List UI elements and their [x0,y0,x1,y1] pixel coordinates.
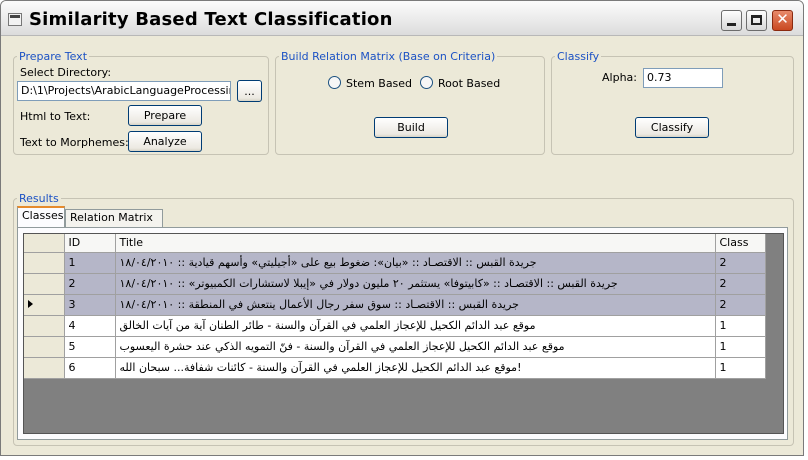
build-matrix-group: Build Relation Matrix (Base on Criteria) [275,50,545,155]
cell-id[interactable]: 3 [64,294,116,316]
table-row[interactable]: 4 موقع عبد الدائم الكحيل للإعجاز العلمي ف… [24,315,766,337]
build-matrix-legend: Build Relation Matrix (Base on Criteria) [281,50,496,63]
cell-class[interactable]: 2 [715,252,766,274]
table-row[interactable]: 5 موقع عبد الدائم الكحيل للإعجاز العلمي ف… [24,336,766,358]
prepare-text-legend: Prepare Text [19,50,88,63]
results-table: ID Title Class 1 جريدة القبس :: الاقتصـاد… [24,234,766,379]
close-icon: ✕ [776,10,789,28]
current-row-arrow-icon [28,300,33,308]
analyze-button[interactable]: Analyze [128,131,202,152]
alpha-input[interactable]: 0.73 [643,68,723,88]
maximize-icon [751,15,762,25]
column-header-class[interactable]: Class [715,234,766,253]
row-header-cell[interactable] [24,336,65,358]
root-based-radio[interactable] [420,76,433,89]
cell-id[interactable]: 2 [64,273,116,295]
cell-title[interactable]: موقع عبد الدائم الكحيل للإعجاز العلمي في… [115,315,716,337]
cell-class[interactable]: 1 [715,336,766,358]
table-row[interactable]: 6 !موقع عبد الدائم الكحيل للإعجاز العلمي … [24,357,766,379]
stem-based-radio[interactable] [328,76,341,89]
table-row[interactable]: 3 جريدة القبس :: الاقتصـاد :: سوق سفر رجا… [24,294,766,316]
cell-title[interactable]: جريدة القبس :: الاقتصـاد :: سوق سفر رجال… [115,294,716,316]
select-directory-label: Select Directory: [20,66,112,79]
classify-button[interactable]: Classify [635,117,709,138]
table-row[interactable]: 2 جريدة القبس :: الاقتصـاد :: «كابيتوفا» … [24,273,766,295]
cell-id[interactable]: 5 [64,336,116,358]
classify-group: Classify [551,50,794,155]
cell-title[interactable]: جريدة القبس :: الاقتصـاد :: «بيان»: ضغوط… [115,252,716,274]
title-bar[interactable]: Similarity Based Text Classification ✕ [1,1,803,36]
cell-title[interactable]: موقع عبد الدائم الكحيل للإعجاز العلمي في… [115,336,716,358]
maximize-button[interactable] [746,10,767,31]
root-based-label[interactable]: Root Based [438,77,500,90]
build-button[interactable]: Build [374,117,448,138]
stem-based-label[interactable]: Stem Based [346,77,412,90]
minimize-icon [727,23,736,26]
column-header-id[interactable]: ID [64,234,116,253]
close-button[interactable]: ✕ [772,10,793,31]
tab-relation-matrix[interactable]: Relation Matrix [65,209,163,227]
minimize-button[interactable] [721,10,742,31]
cell-class[interactable]: 1 [715,315,766,337]
table-row[interactable]: 1 جريدة القبس :: الاقتصـاد :: «بيان»: ضغو… [24,252,766,274]
column-header-title[interactable]: Title [115,234,716,253]
grid-header-row: ID Title Class [24,234,766,253]
classify-legend: Classify [557,50,600,63]
directory-path-field[interactable]: D:\1\Projects\ArabicLanguageProcessing\A… [17,81,231,101]
prepare-button[interactable]: Prepare [128,105,202,126]
row-header-cell[interactable] [24,315,65,337]
results-legend: Results [19,192,59,205]
alpha-label: Alpha: [602,71,637,84]
cell-class[interactable]: 2 [715,273,766,295]
cell-title[interactable]: جريدة القبس :: الاقتصـاد :: «كابيتوفا» ي… [115,273,716,295]
html-to-text-label: Html to Text: [20,110,91,123]
cell-id[interactable]: 6 [64,357,116,379]
cell-id[interactable]: 1 [64,252,116,274]
cell-class[interactable]: 2 [715,294,766,316]
grid-corner-cell[interactable] [24,234,65,253]
tab-classes[interactable]: Classes [17,206,65,227]
text-to-morphemes-label: Text to Morphemes: [20,136,129,149]
main-window: Similarity Based Text Classification ✕ P… [0,0,804,456]
row-header-cell[interactable] [24,294,65,316]
row-header-cell[interactable] [24,252,65,274]
cell-class[interactable]: 1 [715,357,766,379]
cell-id[interactable]: 4 [64,315,116,337]
row-header-cell[interactable] [24,357,65,379]
browse-directory-button[interactable]: ... [237,80,262,102]
app-window-icon[interactable] [8,13,22,26]
window-title: Similarity Based Text Classification [29,9,393,30]
row-header-cell[interactable] [24,273,65,295]
cell-title[interactable]: !موقع عبد الدائم الكحيل للإعجاز العلمي ف… [115,357,716,379]
results-grid[interactable]: ID Title Class 1 جريدة القبس :: الاقتصـاد… [23,233,784,434]
